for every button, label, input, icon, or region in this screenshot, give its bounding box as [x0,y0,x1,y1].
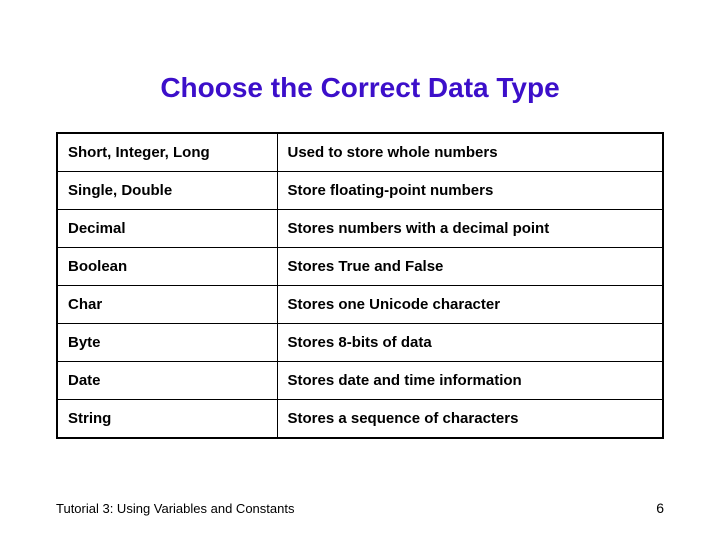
data-type-table: Short, Integer, Long Used to store whole… [56,132,664,439]
desc-cell: Stores a sequence of characters [277,400,663,439]
type-cell: Single, Double [57,172,277,210]
type-cell: Date [57,362,277,400]
page-number: 6 [656,500,664,516]
type-cell: Boolean [57,248,277,286]
desc-cell: Stores date and time information [277,362,663,400]
table-row: Char Stores one Unicode character [57,286,663,324]
table-row: Boolean Stores True and False [57,248,663,286]
type-cell: Char [57,286,277,324]
page-title: Choose the Correct Data Type [56,72,664,104]
desc-cell: Store floating-point numbers [277,172,663,210]
table-row: Byte Stores 8-bits of data [57,324,663,362]
desc-cell: Stores True and False [277,248,663,286]
slide: Choose the Correct Data Type Short, Inte… [0,0,720,540]
type-cell: String [57,400,277,439]
table-row: Single, Double Store floating-point numb… [57,172,663,210]
type-cell: Byte [57,324,277,362]
desc-cell: Stores numbers with a decimal point [277,210,663,248]
desc-cell: Stores 8-bits of data [277,324,663,362]
table-row: Decimal Stores numbers with a decimal po… [57,210,663,248]
table-row: Date Stores date and time information [57,362,663,400]
type-cell: Short, Integer, Long [57,133,277,172]
desc-cell: Used to store whole numbers [277,133,663,172]
desc-cell: Stores one Unicode character [277,286,663,324]
footer: Tutorial 3: Using Variables and Constant… [56,500,664,516]
table-row: Short, Integer, Long Used to store whole… [57,133,663,172]
table-row: String Stores a sequence of characters [57,400,663,439]
type-cell: Decimal [57,210,277,248]
footer-text: Tutorial 3: Using Variables and Constant… [56,501,294,516]
